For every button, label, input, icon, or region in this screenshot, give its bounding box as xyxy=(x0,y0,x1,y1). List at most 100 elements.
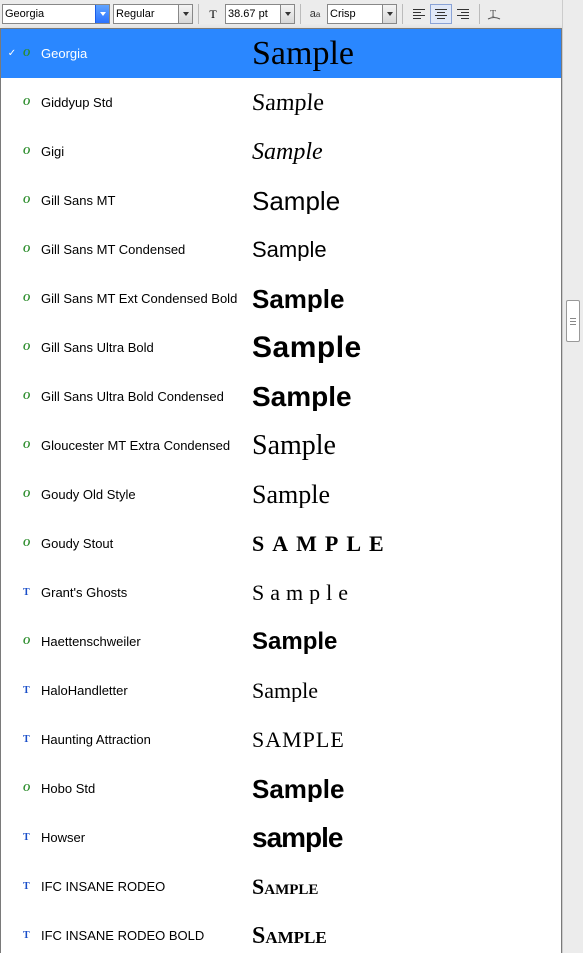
antialias-dropdown-button[interactable] xyxy=(382,5,396,23)
opentype-icon: O xyxy=(23,293,35,304)
antialias-combo[interactable] xyxy=(327,4,397,24)
font-name-label: IFC INSANE RODEO xyxy=(41,879,165,894)
font-sample: Sample xyxy=(252,876,561,898)
font-row[interactable]: TIFC INSANE RODEOSample xyxy=(1,862,561,911)
font-row[interactable]: O Gill Sans MT Condensed Sample xyxy=(1,225,561,274)
align-left-icon xyxy=(413,9,425,19)
font-family-dropdown-button[interactable] xyxy=(95,5,109,23)
font-name-label: Howser xyxy=(41,830,85,845)
font-row-left: OGill Sans Ultra Bold Condensed xyxy=(1,389,252,404)
truetype-icon: T xyxy=(23,685,35,696)
font-name-label: Gill Sans Ultra Bold Condensed xyxy=(41,389,224,404)
font-row[interactable]: T Grant's Ghosts Sample xyxy=(1,568,561,617)
font-sample: Sample xyxy=(252,630,561,654)
font-sample: Sample xyxy=(252,286,561,312)
font-name-label: Gill Sans MT xyxy=(41,193,115,208)
font-name-label: Goudy Stout xyxy=(41,536,113,551)
check-icon: ✓ xyxy=(7,48,17,59)
font-row[interactable]: ✓OGeorgiaSample xyxy=(1,29,561,78)
font-row[interactable]: O Gill Sans MT Sample xyxy=(1,176,561,225)
font-name-label: Haunting Attraction xyxy=(41,732,151,747)
chevron-down-icon xyxy=(387,12,393,16)
font-row[interactable]: OGill Sans Ultra BoldSample xyxy=(1,323,561,372)
font-sample: Sample xyxy=(252,680,561,702)
scrollbar-rail[interactable] xyxy=(562,0,583,953)
font-sample: Sample xyxy=(252,188,561,214)
font-row-left: OGiddyup Std xyxy=(1,95,252,110)
font-row[interactable]: OGill Sans Ultra Bold CondensedSample xyxy=(1,372,561,421)
align-left-button[interactable] xyxy=(408,4,430,24)
warp-text-button[interactable]: T xyxy=(485,5,503,23)
font-row[interactable]: OGill Sans MT Ext Condensed BoldSample xyxy=(1,274,561,323)
font-row[interactable]: OGoudy StoutSample xyxy=(1,519,561,568)
font-row[interactable]: OGoudy Old StyleSample xyxy=(1,470,561,519)
align-center-button[interactable] xyxy=(430,4,452,24)
font-row[interactable]: OGiddyup StdSample xyxy=(1,78,561,127)
separator xyxy=(300,4,301,24)
font-list[interactable]: ✓OGeorgiaSampleOGiddyup StdSampleOGigiSa… xyxy=(1,29,561,953)
font-row-left: OGoudy Old Style xyxy=(1,487,252,502)
font-name-label: Grant's Ghosts xyxy=(41,585,127,600)
font-row[interactable]: THowsersample xyxy=(1,813,561,862)
font-sample: Sample xyxy=(252,924,561,948)
font-style-dropdown-button[interactable] xyxy=(178,5,192,23)
truetype-icon: T xyxy=(23,587,35,598)
opentype-icon: O xyxy=(23,97,35,108)
truetype-icon: T xyxy=(23,734,35,745)
font-row[interactable]: OHaettenschweilerSample xyxy=(1,617,561,666)
opentype-icon: O xyxy=(23,342,35,353)
separator xyxy=(402,4,403,24)
font-name-label: Gill Sans Ultra Bold xyxy=(41,340,154,355)
font-style-combo[interactable] xyxy=(113,4,193,24)
font-name-label: Gill Sans MT Condensed xyxy=(41,242,185,257)
font-sample: Sample xyxy=(252,582,561,604)
font-row[interactable]: OGloucester MT Extra CondensedSample xyxy=(1,421,561,470)
font-sample: Sample xyxy=(252,383,561,411)
opentype-icon: O xyxy=(23,195,35,206)
font-size-combo[interactable] xyxy=(225,4,295,24)
font-name-label: Gloucester MT Extra Condensed xyxy=(41,438,230,453)
font-style-input[interactable] xyxy=(114,6,178,22)
font-name-label: Gigi xyxy=(41,144,64,159)
warp-text-icon: T xyxy=(487,7,501,21)
font-row[interactable]: T IFC INSANE RODEO BOLD Sample xyxy=(1,911,561,953)
opentype-icon: O xyxy=(23,489,35,500)
scrollbar-thumb[interactable] xyxy=(566,300,580,342)
toolbar: T aa T xyxy=(0,0,583,29)
opentype-icon: O xyxy=(23,538,35,549)
font-row-left: OGill Sans MT Ext Condensed Bold xyxy=(1,291,252,306)
separator xyxy=(479,4,480,24)
font-row-left: O Gill Sans Ultra Bold xyxy=(1,340,252,355)
font-size-dropdown-button[interactable] xyxy=(280,5,294,23)
font-row-left: T Grant's Ghosts xyxy=(1,585,252,600)
font-row-left: O Gigi xyxy=(1,144,252,159)
font-row-left: T Howser xyxy=(1,830,252,845)
font-size-icon: T xyxy=(204,5,222,23)
font-row-left: O Gloucester MT Extra Condensed xyxy=(1,438,252,453)
font-row[interactable]: O Hobo Std Sample xyxy=(1,764,561,813)
font-row[interactable]: OGigiSample xyxy=(1,127,561,176)
font-name-label: Hobo Std xyxy=(41,781,95,796)
font-sample: Sample xyxy=(252,776,561,802)
opentype-icon: O xyxy=(23,244,35,255)
font-sample: Sample xyxy=(251,91,562,115)
font-name-label: HaloHandletter xyxy=(41,683,128,698)
truetype-icon: T xyxy=(23,930,35,941)
align-right-button[interactable] xyxy=(452,4,474,24)
truetype-icon: T xyxy=(23,832,35,843)
font-row[interactable]: THaunting AttractionSAMPLE xyxy=(1,715,561,764)
font-row-left: ✓OGeorgia xyxy=(1,46,252,61)
opentype-icon: O xyxy=(23,146,35,157)
font-name-label: IFC INSANE RODEO BOLD xyxy=(41,928,204,943)
font-family-input[interactable] xyxy=(3,6,95,22)
font-row-left: T Haunting Attraction xyxy=(1,732,252,747)
font-name-label: Georgia xyxy=(41,46,87,61)
font-size-input[interactable] xyxy=(226,6,280,22)
opentype-icon: O xyxy=(23,440,35,451)
opentype-icon: O xyxy=(23,783,35,794)
chevron-down-icon xyxy=(183,12,189,16)
font-row[interactable]: T HaloHandletter Sample xyxy=(1,666,561,715)
font-family-combo[interactable] xyxy=(2,4,110,24)
antialias-input[interactable] xyxy=(328,6,382,22)
font-sample: Sample xyxy=(252,239,561,261)
